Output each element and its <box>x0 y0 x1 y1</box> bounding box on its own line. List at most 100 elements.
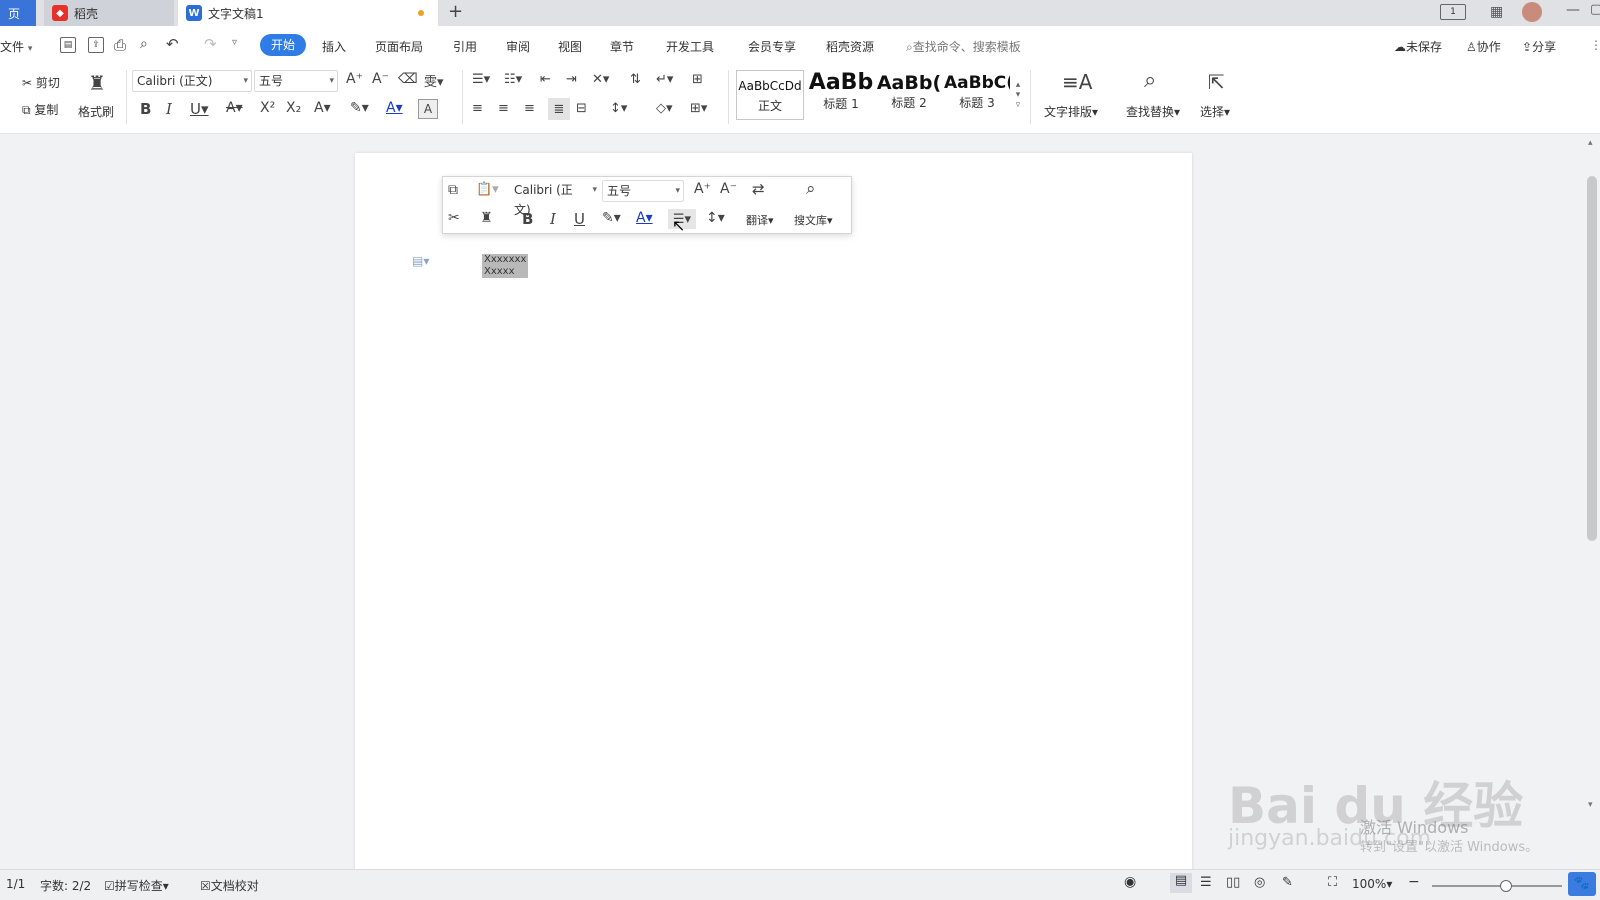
scroll-up-icon[interactable]: ▴ <box>1588 138 1593 148</box>
eye-protection-icon[interactable]: ◉ <box>1124 874 1136 890</box>
menu-developer[interactable]: 开发工具 <box>666 38 714 55</box>
menu-references[interactable]: 引用 <box>453 38 477 55</box>
select-button[interactable]: 选择▾ <box>1200 103 1230 120</box>
new-tab-button[interactable]: + <box>448 1 463 22</box>
text-effect-icon[interactable]: A▾ <box>314 100 331 116</box>
highlight-icon[interactable]: ✎▾ <box>350 100 369 116</box>
grow-font-icon[interactable]: A⁺ <box>346 71 363 87</box>
zoom-slider-handle[interactable] <box>1500 880 1512 892</box>
menu-member[interactable]: 会员专享 <box>748 38 796 55</box>
collab-button[interactable]: ♙协作 <box>1466 38 1501 55</box>
mini-size-select[interactable]: 五号 <box>602 180 684 202</box>
selected-text[interactable]: Xxxxxxx Xxxxx <box>482 254 529 278</box>
mini-font-select[interactable]: Calibri (正文) <box>510 180 600 217</box>
mini-highlight-icon[interactable]: ✎▾ <box>602 210 621 226</box>
style-heading2[interactable]: AaBb( 标题 2 <box>876 70 942 120</box>
bold-icon[interactable]: B <box>140 100 151 118</box>
pointer-icon[interactable]: ⇱ <box>1208 70 1225 94</box>
style-heading1[interactable]: AaBb 标题 1 <box>808 70 874 120</box>
save-icon[interactable]: ▤ <box>60 37 76 53</box>
copy-format-icon[interactable]: ⧉ <box>448 182 458 198</box>
spell-check-button[interactable]: ☑拼写检查▾ <box>104 877 169 894</box>
font-family-select[interactable]: Calibri (正文) <box>132 70 252 92</box>
scroll-down-icon[interactable]: ▾ <box>1588 800 1593 810</box>
minimize-icon[interactable]: — <box>1566 2 1580 18</box>
write-mode-icon[interactable]: ✎ <box>1282 875 1293 890</box>
menu-page-layout[interactable]: 页面布局 <box>375 38 423 55</box>
underline-icon[interactable]: U▾ <box>190 100 209 118</box>
mini-font-color-icon[interactable]: A▾ <box>636 210 653 226</box>
assistant-paw-icon[interactable]: 🐾 <box>1568 872 1596 896</box>
clear-format-icon[interactable]: ⌫ <box>398 71 418 87</box>
align-center-icon[interactable]: ≡ <box>498 101 509 116</box>
mini-cut-icon[interactable]: ✂ <box>448 210 460 226</box>
mini-line-spacing-icon[interactable]: ↕▾ <box>706 210 725 226</box>
distributed-icon[interactable]: ⊟ <box>576 101 587 116</box>
numbered-list-icon[interactable]: ☷▾ <box>504 72 522 87</box>
print-icon[interactable]: ⎙ <box>114 36 126 54</box>
quick-access-dropdown-icon[interactable]: ▿ <box>232 37 237 48</box>
menu-daoke-resources[interactable]: 稻壳资源 <box>826 38 874 55</box>
mini-bold-icon[interactable]: B <box>522 210 533 228</box>
table-grid-icon[interactable]: ⊞ <box>692 72 703 87</box>
mini-shrink-font-icon[interactable]: A⁻ <box>720 181 737 197</box>
print-preview-icon[interactable]: ⌕ <box>140 36 148 52</box>
menu-chapter[interactable]: 章节 <box>610 38 634 55</box>
menu-start[interactable]: 开始 <box>260 34 306 56</box>
style-heading3[interactable]: AaBbC( 标题 3 <box>944 70 1010 120</box>
maximize-icon[interactable]: ▢ <box>1590 2 1600 17</box>
layout-icon[interactable]: 1 <box>1440 4 1466 20</box>
document-page[interactable] <box>355 153 1192 873</box>
menu-insert[interactable]: 插入 <box>322 38 346 55</box>
superscript-icon[interactable]: X² <box>260 100 275 116</box>
page-view-icon[interactable]: ▤ <box>1170 873 1192 893</box>
mini-format-painter-icon[interactable]: ♜ <box>480 210 493 226</box>
fit-page-icon[interactable]: ⛶ <box>1328 875 1337 890</box>
tab-home[interactable]: 页 <box>0 0 36 26</box>
strikethrough-icon[interactable]: A▾ <box>226 100 243 116</box>
mini-grow-font-icon[interactable]: A⁺ <box>694 181 711 197</box>
magnifier-icon[interactable]: ⌕ <box>1144 68 1156 93</box>
justify-icon[interactable]: ≣ <box>548 98 570 120</box>
menu-review[interactable]: 审阅 <box>506 38 530 55</box>
reading-view-icon[interactable]: ▯▯ <box>1226 875 1240 890</box>
phonetic-guide-icon[interactable]: 雯▾ <box>424 71 444 90</box>
share-button[interactable]: ⇪分享 <box>1522 38 1556 55</box>
export-pdf-icon[interactable]: ⇪ <box>88 37 104 53</box>
translate-icon[interactable]: ⇄ <box>752 180 765 198</box>
sort-icon[interactable]: ⇅ <box>630 72 641 87</box>
font-size-select[interactable]: 五号 <box>254 70 338 92</box>
find-replace-button[interactable]: 查找替换▾ <box>1126 103 1180 120</box>
tab-daoke[interactable]: ◆ 稻壳 <box>44 0 174 26</box>
menu-file[interactable]: 文件 ▾ <box>0 38 32 55</box>
avatar[interactable] <box>1522 2 1542 22</box>
command-search[interactable]: ⌕查找命令、搜索模板 <box>906 38 1021 55</box>
mini-underline-icon[interactable]: U <box>574 210 585 228</box>
paintbrush-icon[interactable]: ♜ <box>86 70 108 96</box>
web-view-icon[interactable]: ◎ <box>1254 875 1265 890</box>
line-spacing-icon[interactable]: ↕▾ <box>610 101 627 116</box>
align-right-icon[interactable]: ≡ <box>524 101 535 116</box>
increase-indent-icon[interactable]: ⇥ <box>566 72 577 87</box>
mini-italic-icon[interactable]: I <box>550 210 556 228</box>
doc-proof-button[interactable]: ☒文档校对 <box>200 877 259 894</box>
style-normal[interactable]: AaBbCcDd 正文 <box>736 70 804 120</box>
menu-view[interactable]: 视图 <box>558 38 582 55</box>
outline-view-icon[interactable]: ☰ <box>1200 875 1212 890</box>
tab-document[interactable]: W 文字文稿1 <box>178 0 438 26</box>
mini-translate-button[interactable]: 翻译▾ <box>746 212 774 228</box>
font-color-icon[interactable]: A▾ <box>386 100 403 116</box>
page-indicator[interactable]: 1/1 <box>6 877 25 891</box>
mini-search-library-button[interactable]: 搜文库▾ <box>794 212 833 228</box>
scrollbar-thumb[interactable] <box>1587 176 1597 541</box>
redo-icon[interactable]: ↷ <box>204 35 217 53</box>
apps-grid-icon[interactable]: ▦ <box>1490 4 1503 20</box>
search-library-icon[interactable]: ⌕ <box>806 179 816 199</box>
bullet-list-icon[interactable]: ☰▾ <box>472 72 490 87</box>
copy-button[interactable]: ⧉ 复制 <box>22 101 58 118</box>
more-icon[interactable]: ⋮ <box>1590 38 1600 52</box>
show-marks-icon[interactable]: ↵▾ <box>656 72 673 87</box>
shading-icon[interactable]: ◇▾ <box>656 101 673 116</box>
text-layout-button[interactable]: 文字排版▾ <box>1044 103 1098 120</box>
decrease-indent-icon[interactable]: ⇤ <box>540 72 551 87</box>
